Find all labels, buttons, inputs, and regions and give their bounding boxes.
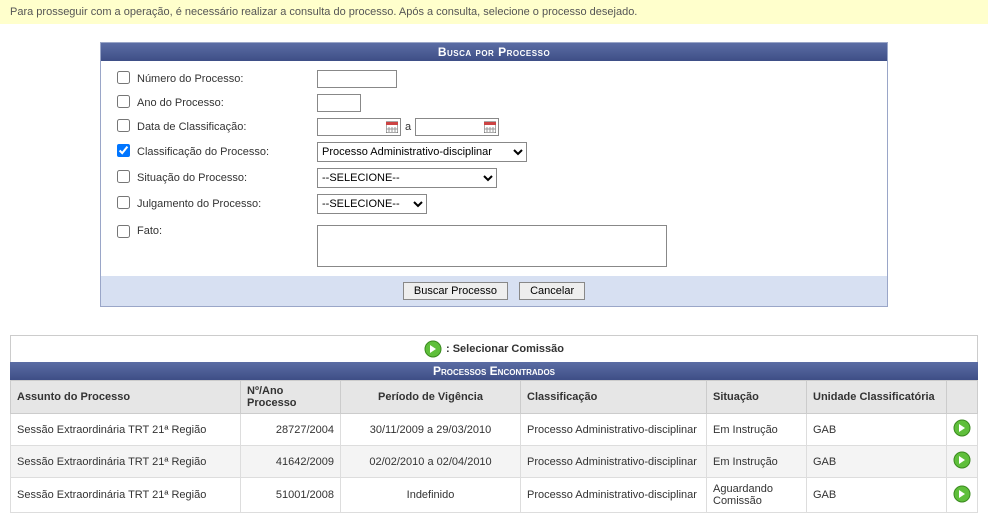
chk-data-classificacao[interactable] [117, 119, 130, 132]
lbl-numero-processo: Número do Processo: [137, 73, 317, 85]
row-numero-processo: Número do Processo: [109, 67, 879, 91]
cell-periodo: Indefinido [341, 478, 521, 513]
row-data-classificacao: Data de Classificação: a [109, 115, 879, 139]
input-data-ate[interactable] [416, 119, 482, 135]
chk-ano-processo[interactable] [117, 95, 130, 108]
info-message: Para prosseguir com a operação, é necess… [0, 0, 988, 24]
cell-situacao: Aguardando Comissão [707, 478, 807, 513]
th-numano: Nº/Ano Processo [241, 381, 341, 414]
textarea-fato[interactable] [317, 225, 667, 267]
cell-assunto: Sessão Extraordinária TRT 21ª Região [11, 414, 241, 446]
select-row-button[interactable] [953, 494, 971, 506]
go-icon [424, 340, 442, 358]
lbl-fato: Fato: [137, 225, 317, 237]
cell-assunto: Sessão Extraordinária TRT 21ª Região [11, 478, 241, 513]
chk-julgamento-processo[interactable] [117, 196, 130, 209]
th-classificacao: Classificação [521, 381, 707, 414]
calendar-icon[interactable] [384, 119, 400, 135]
buscar-button[interactable]: Buscar Processo [403, 282, 508, 300]
button-row: Buscar Processo Cancelar [101, 276, 887, 306]
row-fato: Fato: [109, 217, 879, 270]
cell-situacao: Em Instrução [707, 446, 807, 478]
select-julgamento-processo[interactable]: --SELECIONE-- [317, 194, 427, 214]
cell-unidade: GAB [807, 414, 947, 446]
cell-numano: 41642/2009 [241, 446, 341, 478]
th-unidade: Unidade Classificatória [807, 381, 947, 414]
calendar-icon[interactable] [482, 119, 498, 135]
chk-numero-processo[interactable] [117, 71, 130, 84]
input-ano-processo[interactable] [317, 94, 361, 112]
cancelar-button[interactable]: Cancelar [519, 282, 585, 300]
lbl-data-classificacao: Data de Classificação: [137, 121, 317, 133]
chk-situacao-processo[interactable] [117, 170, 130, 183]
select-row-button[interactable] [953, 460, 971, 472]
lbl-julgamento-processo: Julgamento do Processo: [137, 198, 317, 210]
th-situacao: Situação [707, 381, 807, 414]
lbl-situacao-processo: Situação do Processo: [137, 172, 317, 184]
cell-situacao: Em Instrução [707, 414, 807, 446]
lbl-classificacao-processo: Classificação do Processo: [137, 146, 317, 158]
th-periodo: Período de Vigência [341, 381, 521, 414]
chk-classificacao-processo[interactable] [117, 144, 130, 157]
cell-classificacao: Processo Administrativo-disciplinar [521, 478, 707, 513]
row-ano-processo: Ano do Processo: [109, 91, 879, 115]
results-title: Processos Encontrados [10, 362, 978, 380]
legend-text: : Selecionar Comissão [446, 343, 564, 355]
row-julgamento-processo: Julgamento do Processo: --SELECIONE-- [109, 191, 879, 217]
cell-classificacao: Processo Administrativo-disciplinar [521, 446, 707, 478]
cell-numano: 28727/2004 [241, 414, 341, 446]
chk-fato[interactable] [117, 225, 130, 238]
select-row-button[interactable] [953, 428, 971, 440]
lbl-ano-processo: Ano do Processo: [137, 97, 317, 109]
cell-periodo: 30/11/2009 a 29/03/2010 [341, 414, 521, 446]
search-panel-title: Busca por Processo [101, 43, 887, 61]
cell-classificacao: Processo Administrativo-disciplinar [521, 414, 707, 446]
table-row: Sessão Extraordinária TRT 21ª Região4164… [11, 446, 978, 478]
cell-numano: 51001/2008 [241, 478, 341, 513]
cell-unidade: GAB [807, 446, 947, 478]
cell-unidade: GAB [807, 478, 947, 513]
select-classificacao-processo[interactable]: Processo Administrativo-disciplinar [317, 142, 527, 162]
select-situacao-processo[interactable]: --SELECIONE-- [317, 168, 497, 188]
row-classificacao-processo: Classificação do Processo: Processo Admi… [109, 139, 879, 165]
date-separator: a [405, 121, 411, 133]
input-numero-processo[interactable] [317, 70, 397, 88]
cell-periodo: 02/02/2010 a 02/04/2010 [341, 446, 521, 478]
search-panel: Busca por Processo Número do Processo: A… [100, 42, 888, 307]
input-data-de[interactable] [318, 119, 384, 135]
table-row: Sessão Extraordinária TRT 21ª Região5100… [11, 478, 978, 513]
table-row: Sessão Extraordinária TRT 21ª Região2872… [11, 414, 978, 446]
legend-bar: : Selecionar Comissão [10, 335, 978, 362]
th-assunto: Assunto do Processo [11, 381, 241, 414]
results-table: Assunto do Processo Nº/Ano Processo Perí… [10, 380, 978, 513]
row-situacao-processo: Situação do Processo: --SELECIONE-- [109, 165, 879, 191]
cell-assunto: Sessão Extraordinária TRT 21ª Região [11, 446, 241, 478]
th-action [947, 381, 978, 414]
